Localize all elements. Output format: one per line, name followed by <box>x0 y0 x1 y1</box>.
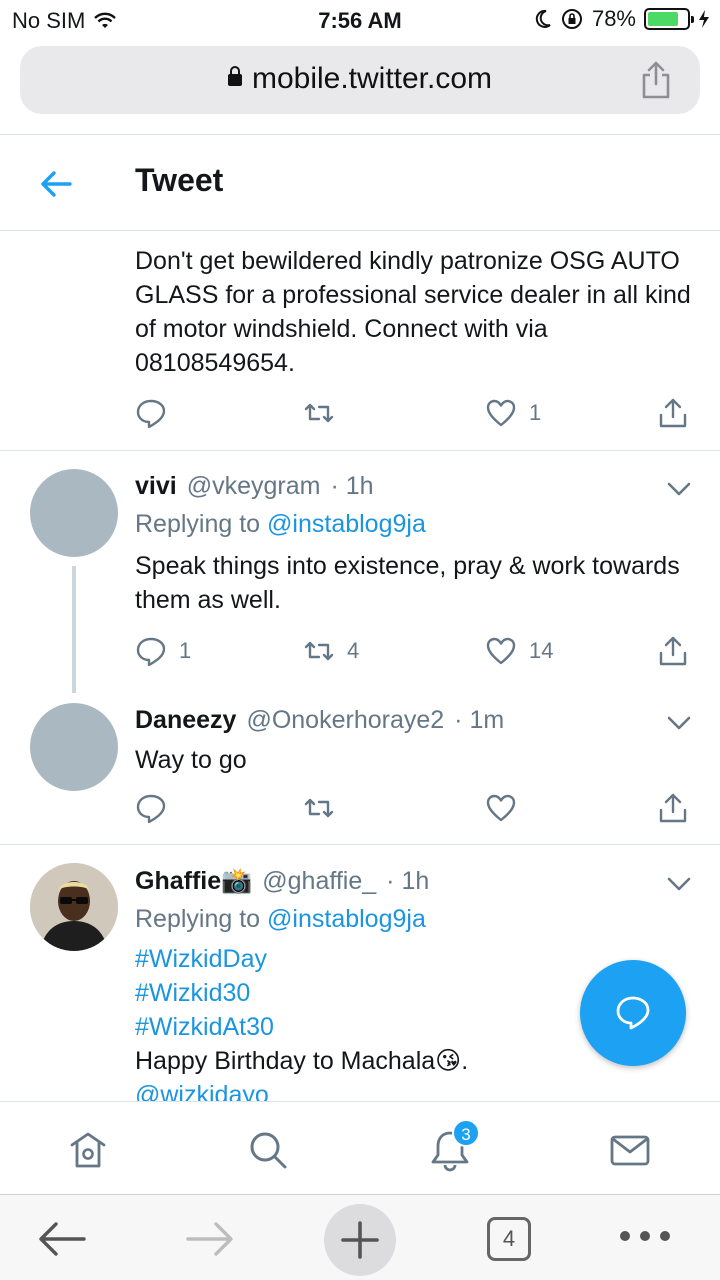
reply-icon <box>616 996 650 1030</box>
more-icon[interactable] <box>618 1229 672 1243</box>
divider <box>0 450 720 451</box>
url-text: mobile.twitter.com <box>251 62 493 95</box>
share-icon[interactable] <box>640 60 672 100</box>
share-icon <box>659 636 687 666</box>
retweet-button[interactable] <box>303 397 335 429</box>
user-name[interactable]: Daneezy <box>135 706 236 735</box>
replying-to-label: Replying to <box>135 510 261 538</box>
kiss-emoji: 😘 <box>435 1047 462 1075</box>
user-handle[interactable]: @vkeygram <box>187 472 321 501</box>
avatar[interactable] <box>30 863 118 951</box>
browser-toolbar: 4 <box>0 1194 720 1280</box>
thread-line <box>72 566 76 693</box>
timestamp: · 1h <box>330 472 374 500</box>
heart-icon <box>486 399 516 427</box>
retweet-icon <box>304 403 334 423</box>
status-bar: No SIM 7:56 AM 78% <box>0 0 720 40</box>
user-handle[interactable]: @Onokerhoraye2 <box>246 706 444 735</box>
battery-percent: 78% <box>591 6 636 31</box>
share-button[interactable] <box>657 792 689 824</box>
timestamp: · 1m <box>454 706 505 734</box>
search-icon[interactable] <box>246 1128 290 1172</box>
heart-icon <box>486 794 516 822</box>
divider <box>0 134 720 135</box>
reply-text: Speak things into existence, pray & work… <box>135 552 680 614</box>
reply-icon <box>136 637 166 667</box>
user-name[interactable]: vivi <box>135 472 177 501</box>
like-button[interactable] <box>485 792 517 824</box>
retweet-icon <box>304 641 334 661</box>
reply-icon <box>136 399 166 429</box>
chevron-down-icon[interactable] <box>666 874 692 894</box>
reply-header: Ghaffie📸 @ghaffie_ · 1h <box>135 867 429 896</box>
share-button[interactable] <box>657 397 689 429</box>
retweet-button[interactable]: 4 <box>303 635 359 667</box>
plus-icon <box>341 1221 379 1259</box>
camera-flash-emoji: 📸 <box>221 867 253 895</box>
share-icon <box>659 793 687 823</box>
new-tab-button[interactable] <box>324 1204 396 1276</box>
like-button[interactable]: 1 <box>485 397 541 429</box>
chevron-down-icon[interactable] <box>666 713 692 733</box>
address-bar[interactable]: mobile.twitter.com <box>20 46 700 114</box>
timestamp: · 1h <box>386 867 430 895</box>
avatar-photo <box>30 863 118 951</box>
reply-body: Happy Birthday to Machala <box>135 1047 436 1075</box>
mention-link[interactable]: @wizkidayo <box>135 1078 695 1101</box>
home-icon[interactable] <box>66 1128 110 1172</box>
notifications-badge: 3 <box>452 1119 480 1147</box>
url-display[interactable]: mobile.twitter.com <box>20 62 700 96</box>
twitter-tab-bar <box>0 1101 720 1194</box>
share-button[interactable] <box>657 635 689 667</box>
tabs-button[interactable]: 4 <box>487 1217 531 1261</box>
page-header: Tweet <box>0 136 720 230</box>
replying-to-link[interactable]: @instablog9ja <box>267 510 426 538</box>
reply-actions: 1 4 14 <box>135 635 695 671</box>
replying-to: Replying to @instablog9ja <box>135 510 426 539</box>
retweet-count: 4 <box>347 638 360 663</box>
retweet-icon <box>304 798 334 818</box>
chevron-down-icon[interactable] <box>666 479 692 499</box>
divider <box>0 844 720 845</box>
mail-icon[interactable] <box>608 1128 652 1172</box>
moon-icon <box>535 9 551 28</box>
reply-text: Way to go <box>135 746 247 774</box>
replying-to: Replying to @instablog9ja <box>135 905 426 934</box>
avatar[interactable] <box>30 469 118 557</box>
avatar[interactable] <box>30 703 118 791</box>
like-count: 14 <box>529 638 554 663</box>
status-right: 78% <box>534 6 710 32</box>
reply-actions <box>135 792 695 828</box>
orientation-lock-icon <box>561 9 582 29</box>
reply-button[interactable]: 1 <box>135 635 191 667</box>
reply-button[interactable] <box>135 397 167 429</box>
share-icon <box>659 398 687 428</box>
charging-icon <box>699 10 709 28</box>
forward-icon[interactable] <box>184 1219 236 1259</box>
replying-to-label: Replying to <box>135 905 261 933</box>
battery-icon <box>644 8 694 30</box>
like-count: 1 <box>529 400 542 425</box>
reply-count: 1 <box>179 638 192 663</box>
reply-button[interactable] <box>135 792 167 824</box>
reply-icon <box>136 794 166 824</box>
user-name[interactable]: Ghaffie📸 <box>135 867 252 896</box>
replying-to-link[interactable]: @instablog9ja <box>267 905 426 933</box>
main-tweet-text: Don't get bewildered kindly patronize OS… <box>135 247 691 377</box>
like-button[interactable]: 14 <box>485 635 553 667</box>
lock-icon <box>227 66 242 86</box>
retweet-button[interactable] <box>303 792 335 824</box>
heart-icon <box>486 637 516 665</box>
back-icon[interactable] <box>36 1219 88 1259</box>
user-handle[interactable]: @ghaffie_ <box>262 867 376 896</box>
reply-header: vivi @vkeygram · 1h <box>135 472 374 501</box>
back-arrow-icon[interactable] <box>38 166 74 202</box>
reply-header: Daneezy @Onokerhoraye2 · 1m <box>135 706 504 735</box>
compose-reply-button[interactable] <box>580 960 686 1066</box>
main-tweet-actions: 1 <box>135 397 695 433</box>
page-title: Tweet <box>135 162 224 198</box>
